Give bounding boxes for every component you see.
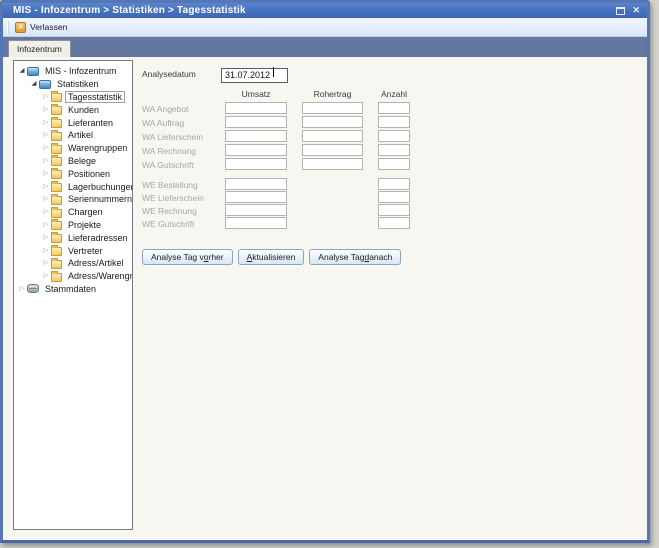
column-header-anzahl: Anzahl	[378, 89, 410, 99]
row-label-we-bestellung: WE Bestellung	[142, 180, 198, 190]
tagesstatistik-form: Analysedatum Umsatz Rohertrag Anzahl WA …	[3, 57, 647, 540]
we-gutschrift-umsatz-input[interactable]	[225, 217, 287, 229]
window-title: MIS - Infozentrum > Statistiken > Tagess…	[3, 5, 246, 16]
wa-angebot-anzahl-input[interactable]	[378, 102, 410, 114]
row-label-we-rechnung: WE Rechnung	[142, 206, 197, 216]
column-header-umsatz: Umsatz	[225, 89, 287, 99]
text-caret	[273, 67, 274, 77]
exit-x-icon: ✕	[15, 22, 26, 33]
we-lieferschein-umsatz-input[interactable]	[225, 191, 287, 203]
wa-lieferschein-anzahl-input[interactable]	[378, 130, 410, 142]
row-label-wa-angebot: WA Angebot	[142, 104, 188, 114]
wa-rechnung-rohertrag-input[interactable]	[302, 144, 363, 156]
row-label-wa-rechnung: WA Rechnung	[142, 146, 196, 156]
wa-lieferschein-umsatz-input[interactable]	[225, 130, 287, 142]
aktualisieren-button[interactable]: Aktualisieren	[238, 249, 305, 265]
wa-rechnung-anzahl-input[interactable]	[378, 144, 410, 156]
wa-angebot-umsatz-input[interactable]	[225, 102, 287, 114]
analyse-tag-danach-button[interactable]: Analyse Tag danach	[309, 249, 401, 265]
button-label-part: Analyse Tag v	[151, 252, 204, 262]
analysedatum-input[interactable]	[221, 68, 288, 83]
wa-gutschrift-rohertrag-input[interactable]	[302, 158, 363, 170]
exit-button[interactable]: ✕ Verlassen	[13, 21, 72, 34]
title-bar: MIS - Infozentrum > Statistiken > Tagess…	[3, 3, 647, 18]
toolbar-grip	[7, 21, 9, 34]
we-bestellung-umsatz-input[interactable]	[225, 178, 287, 190]
content-area: ◢MIS - Infozentrum◢Statistiken▷Tagesstat…	[3, 57, 647, 540]
analysedatum-label: Analysedatum	[142, 69, 196, 79]
button-label-part: rher	[209, 252, 224, 262]
wa-rechnung-umsatz-input[interactable]	[225, 144, 287, 156]
we-rechnung-umsatz-input[interactable]	[225, 204, 287, 216]
wa-auftrag-anzahl-input[interactable]	[378, 116, 410, 128]
row-label-wa-gutschrift: WA Gutschrift	[142, 160, 194, 170]
toolbar: ✕ Verlassen	[3, 18, 647, 37]
wa-lieferschein-rohertrag-input[interactable]	[302, 130, 363, 142]
restore-icon[interactable]	[616, 7, 625, 15]
wa-gutschrift-anzahl-input[interactable]	[378, 158, 410, 170]
window-controls: ✕	[616, 6, 647, 15]
we-lieferschein-anzahl-input[interactable]	[378, 191, 410, 203]
close-icon[interactable]: ✕	[632, 6, 640, 15]
button-label-part: Analyse Tag	[318, 252, 364, 262]
we-rechnung-anzahl-input[interactable]	[378, 204, 410, 216]
column-header-rohertrag: Rohertrag	[302, 89, 363, 99]
app-window: MIS - Infozentrum > Statistiken > Tagess…	[0, 0, 650, 543]
row-label-we-gutschrift: WE Gutschrift	[142, 219, 194, 229]
wa-auftrag-rohertrag-input[interactable]	[302, 116, 363, 128]
we-bestellung-anzahl-input[interactable]	[378, 178, 410, 190]
button-label-part: anach	[369, 252, 392, 262]
analysedatum-field-wrap	[221, 65, 288, 80]
tab-strip: Infozentrum	[3, 37, 647, 57]
tab-infozentrum[interactable]: Infozentrum	[8, 40, 71, 57]
we-gutschrift-anzahl-input[interactable]	[378, 217, 410, 229]
analyse-tag-vorher-button[interactable]: Analyse Tag vorher	[142, 249, 233, 265]
button-label-part: ktualisieren	[252, 252, 295, 262]
row-label-we-lieferschein: WE Lieferschein	[142, 193, 204, 203]
row-label-wa-lieferschein: WA Lieferschein	[142, 132, 203, 142]
row-label-wa-auftrag: WA Auftrag	[142, 118, 184, 128]
wa-auftrag-umsatz-input[interactable]	[225, 116, 287, 128]
form-buttons: Analyse Tag vorherAktualisierenAnalyse T…	[142, 249, 401, 265]
exit-button-label: Verlassen	[30, 22, 67, 32]
wa-gutschrift-umsatz-input[interactable]	[225, 158, 287, 170]
wa-angebot-rohertrag-input[interactable]	[302, 102, 363, 114]
